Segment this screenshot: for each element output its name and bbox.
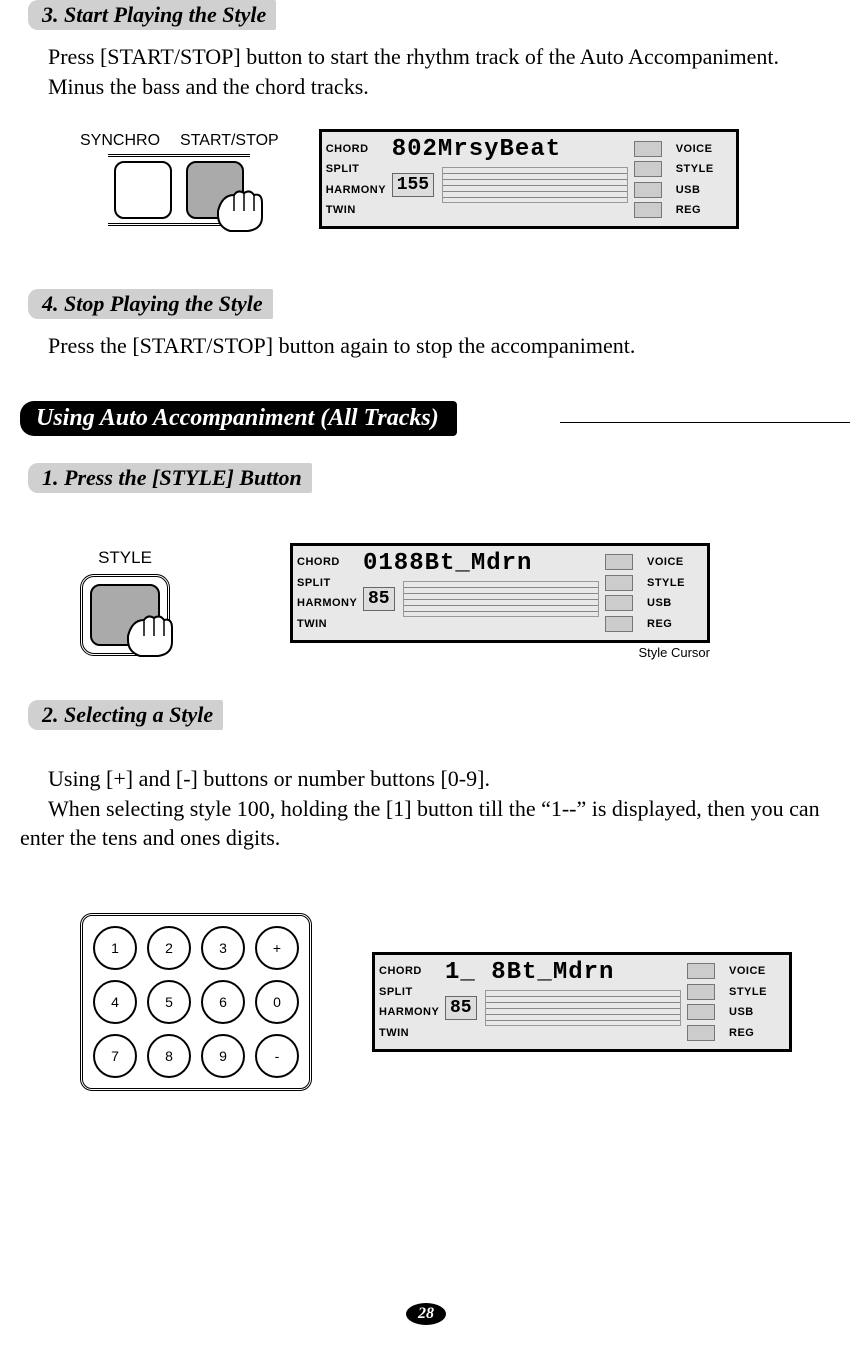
lcd-left-2: HARMONY	[326, 184, 382, 196]
lcd-right-1: STYLE	[647, 577, 703, 589]
lcd-left-0: CHORD	[326, 143, 382, 155]
keypad-6[interactable]: 6	[201, 980, 245, 1024]
lcd-screen-1: CHORD SPLIT HARMONY TWIN 802MrsyBeat 155…	[319, 129, 739, 229]
lcd2-tempo: 85	[363, 587, 395, 611]
lcd-left-3: TWIN	[326, 204, 382, 216]
lcd-iconbox	[634, 202, 662, 218]
hand-icon	[118, 596, 188, 666]
lcd2-main: 0188Bt_Mdrn	[363, 550, 599, 577]
lcd-left-1: SPLIT	[297, 577, 353, 589]
keypad-minus[interactable]: -	[255, 1034, 299, 1078]
lcd-iconbox	[687, 1025, 715, 1041]
lcd2-staff	[403, 581, 599, 617]
label-style: STYLE	[98, 548, 152, 568]
lcd-right-3: REG	[729, 1027, 785, 1039]
keypad-9[interactable]: 9	[201, 1034, 245, 1078]
lcd-left-0: CHORD	[297, 556, 353, 568]
lcd-right-3: REG	[647, 618, 703, 630]
style-cursor-caption: Style Cursor	[290, 645, 710, 660]
paragraph-4: Press the [START/STOP] button again to s…	[20, 331, 832, 361]
lcd-left-1: SPLIT	[379, 986, 435, 998]
lcd-right-2: USB	[729, 1006, 785, 1018]
lcd-iconbox	[605, 575, 633, 591]
lcd3-staff	[485, 990, 681, 1026]
paragraph-2b-a: Using [+] and [-] buttons or number butt…	[20, 764, 832, 794]
synchro-startstop-panel: SYNCHRO START/STOP	[80, 132, 279, 226]
lcd-screen-3: CHORD SPLIT HARMONY TWIN 1_ 8Bt_Mdrn 85 …	[372, 952, 792, 1052]
paragraph-3: Press [START/STOP] button to start the r…	[20, 42, 832, 101]
lcd-left-2: HARMONY	[297, 597, 353, 609]
keypad-0[interactable]: 0	[255, 980, 299, 1024]
lcd-iconbox	[634, 161, 662, 177]
keypad-2[interactable]: 2	[147, 926, 191, 970]
lcd-iconbox	[605, 595, 633, 611]
synchro-button[interactable]	[114, 161, 172, 219]
keypad-5[interactable]: 5	[147, 980, 191, 1024]
keypad-1[interactable]: 1	[93, 926, 137, 970]
lcd-right-1: STYLE	[729, 986, 785, 998]
keypad-4[interactable]: 4	[93, 980, 137, 1024]
style-button[interactable]	[90, 584, 160, 646]
page-number: 28	[406, 1303, 446, 1325]
lcd-iconbox	[605, 554, 633, 570]
lcd3-main: 1_ 8Bt_Mdrn	[445, 959, 681, 986]
figure-row-2: STYLE CHORD SPLIT HARMONY TWIN 0188Bt_Md…	[80, 543, 832, 660]
lcd-right-0: VOICE	[729, 965, 785, 977]
startstop-button[interactable]	[186, 161, 244, 219]
lcd-iconbox	[605, 616, 633, 632]
lcd-iconbox	[634, 182, 662, 198]
paragraph-2b-b: When selecting style 100, holding the [1…	[20, 794, 832, 853]
lcd-iconbox	[634, 141, 662, 157]
subheading-1b: 1. Press the [STYLE] Button	[28, 463, 312, 493]
lcd1-staff	[442, 167, 628, 203]
lcd-iconbox	[687, 1004, 715, 1020]
lcd-screen-2: CHORD SPLIT HARMONY TWIN 0188Bt_Mdrn 85 …	[290, 543, 710, 643]
keypad-3[interactable]: 3	[201, 926, 245, 970]
lcd-right-1: STYLE	[676, 163, 732, 175]
lcd-right-3: REG	[676, 204, 732, 216]
lcd-left-0: CHORD	[379, 965, 435, 977]
lcd1-tempo: 155	[392, 173, 434, 197]
lcd-left-3: TWIN	[379, 1027, 435, 1039]
keypad-7[interactable]: 7	[93, 1034, 137, 1078]
lcd-right-0: VOICE	[647, 556, 703, 568]
lcd-left-1: SPLIT	[326, 163, 382, 175]
figure-row-1: SYNCHRO START/STOP CHORD SPLIT HARMONY T…	[80, 129, 832, 229]
label-synchro: SYNCHRO	[80, 132, 160, 150]
lcd-right-2: USB	[647, 597, 703, 609]
lcd3-tempo: 85	[445, 996, 477, 1020]
section-title: Using Auto Accompaniment (All Tracks)	[20, 401, 457, 436]
label-startstop: START/STOP	[180, 132, 279, 150]
lcd-left-3: TWIN	[297, 618, 353, 630]
subheading-4: 4. Stop Playing the Style	[28, 289, 273, 319]
keypad-8[interactable]: 8	[147, 1034, 191, 1078]
lcd-iconbox	[687, 984, 715, 1000]
figure-row-3: 1 2 3 + 4 5 6 0 7 8 9 - CHORD SPLIT HARM…	[80, 913, 832, 1091]
lcd1-main: 802MrsyBeat	[392, 136, 628, 163]
style-button-panel: STYLE	[80, 548, 170, 656]
number-keypad: 1 2 3 + 4 5 6 0 7 8 9 -	[80, 913, 312, 1091]
lcd-iconbox	[687, 963, 715, 979]
lcd-left-2: HARMONY	[379, 1006, 435, 1018]
lcd-right-2: USB	[676, 184, 732, 196]
subheading-2b: 2. Selecting a Style	[28, 700, 223, 730]
subheading-3: 3. Start Playing the Style	[28, 0, 276, 30]
lcd-right-0: VOICE	[676, 143, 732, 155]
keypad-plus[interactable]: +	[255, 926, 299, 970]
